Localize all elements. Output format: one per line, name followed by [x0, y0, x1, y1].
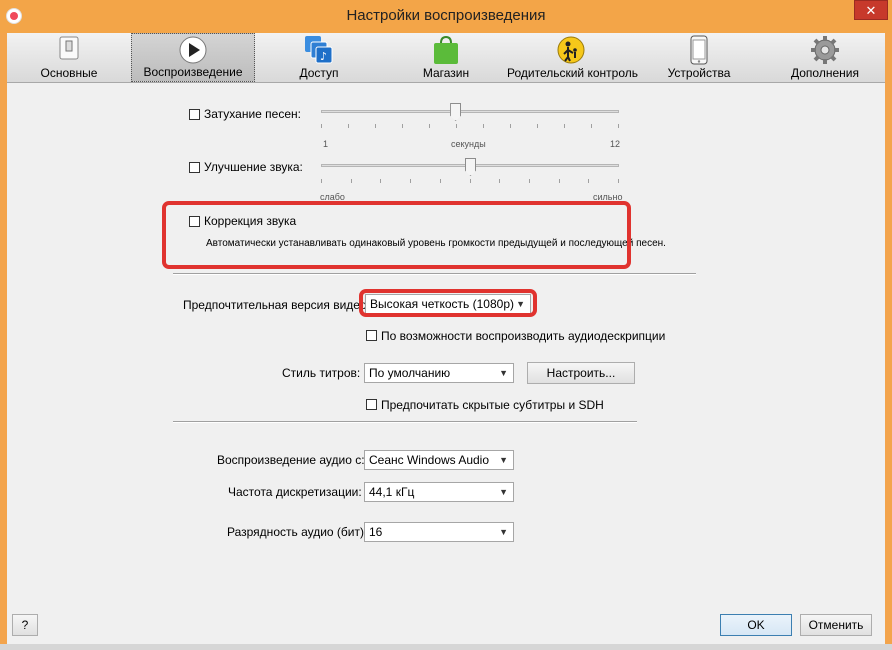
bit-depth-value: 16 — [369, 525, 383, 539]
crossfade-slider-track[interactable] — [321, 110, 619, 113]
gear-icon — [810, 35, 840, 68]
tab-playback[interactable]: Воспроизведение — [131, 33, 255, 82]
slider-tick — [510, 124, 511, 128]
slider-tick — [375, 124, 376, 128]
crossfade-slider-thumb[interactable] — [450, 103, 462, 121]
subtitle-style-label: Стиль титров: — [282, 366, 361, 380]
slider-tick — [321, 179, 322, 183]
separator — [173, 421, 637, 423]
slider-tick — [591, 124, 592, 128]
audio-description-checkbox[interactable] — [366, 330, 377, 341]
slider-tick — [440, 179, 441, 183]
ok-button[interactable]: OK — [720, 614, 792, 636]
tab-parental[interactable]: Родительский контроль — [507, 33, 638, 82]
bit-depth-label: Разрядность аудио (бит): — [227, 525, 368, 539]
audio-output-label: Воспроизведение аудио с: — [217, 453, 365, 467]
title-bar[interactable]: Настройки воспроизведения ✕ — [0, 0, 892, 33]
tab-label: Доступ — [299, 66, 339, 80]
audio-description-label: По возможности воспроизводить аудиодескр… — [381, 329, 666, 343]
slider-tick — [537, 124, 538, 128]
tab-label: Дополнения — [791, 66, 859, 80]
sample-rate-value: 44,1 кГц — [369, 485, 415, 499]
tab-devices[interactable]: Устройства — [663, 33, 735, 82]
chevron-down-icon: ▼ — [499, 455, 508, 465]
slider-tick — [618, 179, 619, 183]
tab-sharing[interactable]: ♪ Доступ — [287, 33, 351, 82]
sound-check-highlight — [162, 201, 631, 269]
window-title: Настройки воспроизведения — [346, 7, 546, 24]
tab-advanced[interactable]: Дополнения — [787, 33, 863, 82]
tab-label: Воспроизведение — [143, 65, 243, 79]
slider-tick — [351, 179, 352, 183]
crossfade-checkbox[interactable] — [189, 109, 200, 120]
enhancer-label: Улучшение звука: — [204, 160, 303, 174]
tab-label: Родительский контроль — [507, 66, 638, 80]
sample-rate-label: Частота дискретизации: — [228, 485, 362, 499]
phone-icon — [690, 35, 708, 68]
play-icon — [179, 36, 207, 67]
audio-output-value: Сеанс Windows Audio — [369, 453, 490, 467]
help-button[interactable]: ? — [12, 614, 38, 636]
crossfade-unit: секунды — [451, 139, 486, 149]
tab-label: Основные — [40, 66, 98, 80]
crossfade-max: 12 — [610, 139, 621, 149]
slider-tick — [456, 124, 457, 128]
sample-rate-select[interactable]: 44,1 кГц ▼ — [364, 482, 514, 502]
slider-tick — [529, 179, 530, 183]
audio-output-select[interactable]: Сеанс Windows Audio ▼ — [364, 450, 514, 470]
chevron-down-icon: ▼ — [499, 487, 508, 497]
playback-settings-panel: Затухание песен: 1 секунды 12 Улучшение … — [7, 83, 885, 645]
slider-tick — [470, 179, 471, 183]
preferences-toolbar: Основные Воспроизведение ♪ Доступ Магази… — [7, 33, 885, 83]
slider-tick — [559, 179, 560, 183]
enhancer-slider-thumb[interactable] — [465, 158, 476, 176]
video-version-label: Предпочтительная версия видео: — [183, 298, 370, 312]
cancel-button[interactable]: Отменить — [800, 614, 872, 636]
slider-tick — [410, 179, 411, 183]
subtitle-style-select[interactable]: По умолчанию ▼ — [364, 363, 514, 383]
slider-tick — [402, 124, 403, 128]
separator — [173, 273, 696, 275]
slider-tick — [564, 124, 565, 128]
enhancer-checkbox[interactable] — [189, 162, 200, 173]
slider-tick — [588, 179, 589, 183]
tab-label: Магазин — [422, 66, 470, 80]
crossfade-ticks — [321, 124, 619, 128]
crossfade-label: Затухание песен: — [204, 107, 301, 121]
svg-text:♪: ♪ — [320, 50, 327, 63]
slider-tick — [499, 179, 500, 183]
close-button[interactable]: ✕ — [854, 0, 888, 20]
crossfade-min: 1 — [323, 139, 329, 149]
slider-tick — [380, 179, 381, 183]
bit-depth-select[interactable]: 16 ▼ — [364, 522, 514, 542]
chevron-down-icon: ▼ — [499, 368, 508, 378]
switch-icon — [58, 35, 80, 64]
tab-store[interactable]: Магазин — [415, 33, 477, 82]
slider-tick — [429, 124, 430, 128]
subtitle-style-value: По умолчанию — [369, 366, 451, 380]
enhancer-ticks — [321, 179, 619, 183]
slider-tick — [618, 124, 619, 128]
tab-label: Устройства — [667, 66, 731, 80]
slider-tick — [321, 124, 322, 128]
video-version-highlight — [359, 289, 537, 317]
sharing-icon: ♪ — [304, 35, 334, 68]
preferences-window: Настройки воспроизведения ✕ Основные Вос… — [0, 0, 892, 645]
tab-general[interactable]: Основные — [35, 33, 103, 82]
configure-subtitles-button[interactable]: Настроить... — [527, 362, 635, 384]
slider-tick — [483, 124, 484, 128]
taskbar-edge — [0, 644, 892, 650]
parental-icon — [556, 35, 586, 68]
sdh-label: Предпочитать скрытые субтитры и SDH — [381, 398, 604, 412]
store-bag-icon — [432, 35, 460, 68]
sdh-checkbox[interactable] — [366, 399, 377, 410]
slider-tick — [348, 124, 349, 128]
chevron-down-icon: ▼ — [499, 527, 508, 537]
